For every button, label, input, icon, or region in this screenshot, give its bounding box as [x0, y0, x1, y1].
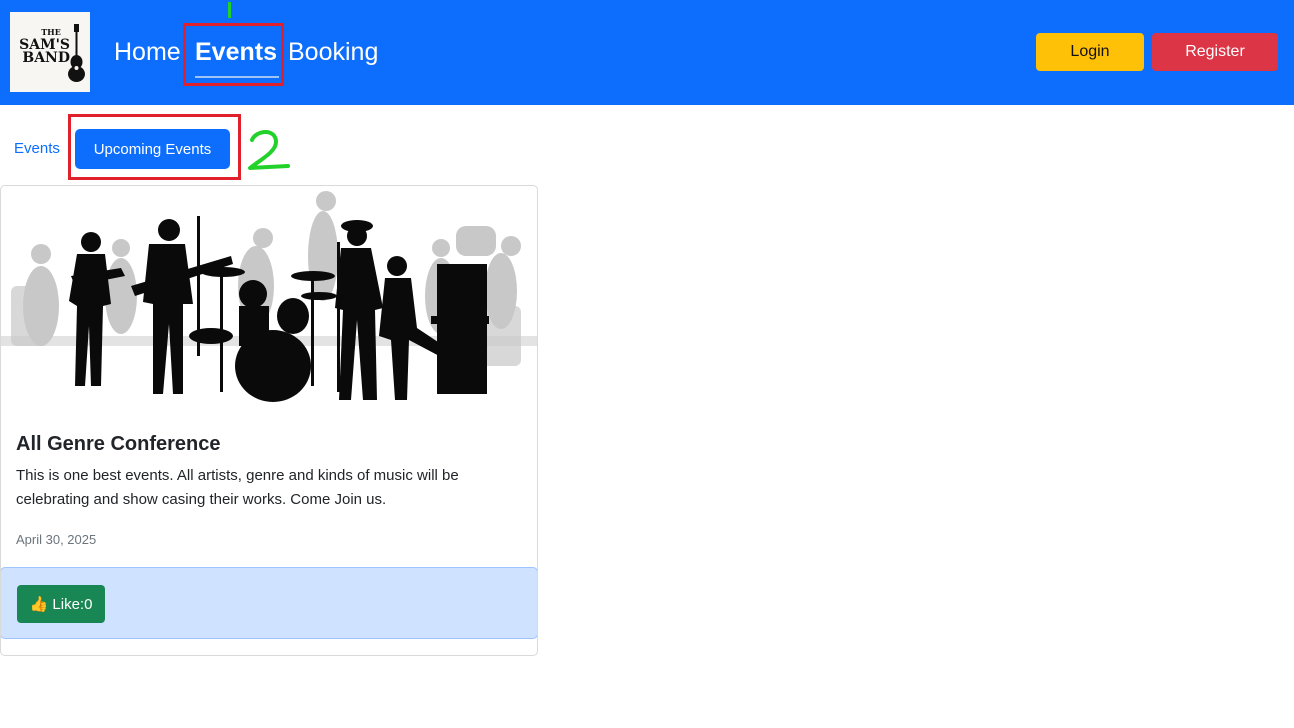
register-button[interactable]: Register — [1152, 33, 1278, 71]
event-card-footer: 👍 Like:0 — [1, 567, 537, 639]
brand-logo-text: THE SAM'S BAND — [14, 26, 70, 65]
subnav-events-link[interactable]: Events — [14, 140, 60, 157]
brand-line-band: BAND — [22, 50, 70, 66]
band-silhouette-image — [1, 191, 537, 402]
event-title: All Genre Conference — [16, 433, 221, 455]
like-button[interactable]: 👍 Like:0 — [17, 585, 105, 623]
event-date: April 30, 2025 — [16, 532, 97, 547]
annotation-mark-1 — [228, 2, 231, 18]
guitar-icon — [68, 24, 85, 82]
login-button[interactable]: Login — [1036, 33, 1144, 71]
nav-home[interactable]: Home — [114, 36, 181, 68]
annotation-box-upcoming — [68, 114, 241, 180]
annotation-box-events — [183, 23, 284, 86]
event-card: All Genre Conference This is one best ev… — [0, 185, 538, 656]
event-description: This is one best events. All artists, ge… — [16, 467, 459, 508]
brand-logo[interactable]: THE SAM'S BAND — [10, 12, 90, 92]
nav-booking[interactable]: Booking — [288, 36, 378, 68]
annotation-mark-2 — [248, 130, 290, 170]
